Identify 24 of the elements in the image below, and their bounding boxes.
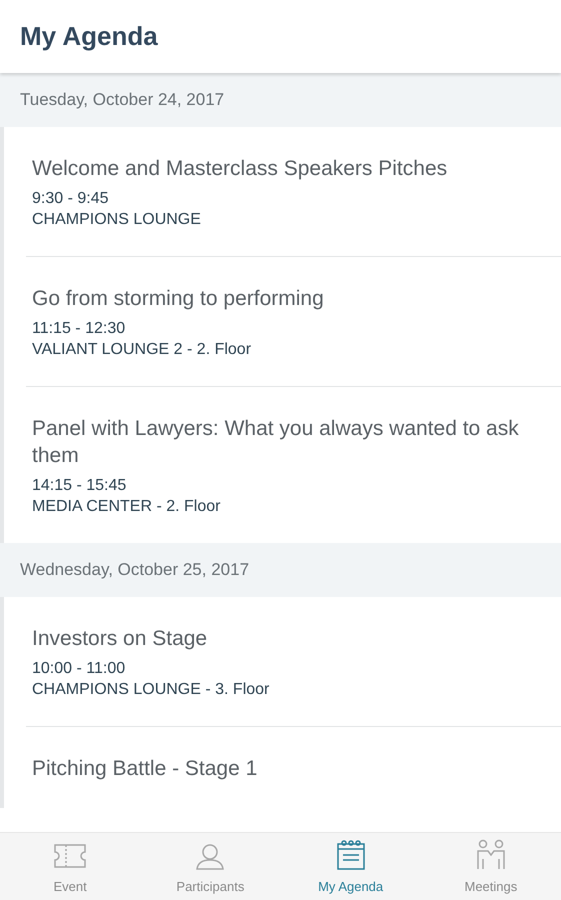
session-item[interactable]: Welcome and Masterclass Speakers Pitches 9:30 - 9:45 CHAMPIONS LOUNGE xyxy=(0,127,561,257)
nav-tab[interactable]: Event xyxy=(0,833,140,900)
nav-tab[interactable]: Participants xyxy=(140,833,280,900)
session-item[interactable]: Investors on Stage 10:00 - 11:00 CHAMPIONS LOUNGE - 3. Floor xyxy=(0,597,561,727)
session-item[interactable]: Go from storming to performing 11:15 - 12:30 VALIANT LOUNGE 2 - 2. Floor xyxy=(0,257,561,387)
session-location: VALIANT LOUNGE 2 - 2. Floor xyxy=(32,340,252,360)
session-location: MEDIA CENTER - 2. Floor xyxy=(32,497,222,517)
date-header: Tuesday, October 24, 2017 xyxy=(0,73,561,127)
session-time: 9:30 - 9:45 xyxy=(32,189,110,209)
session-title: Go from storming to performing xyxy=(32,286,325,312)
session-time: 10:00 - 11:00 xyxy=(32,659,126,679)
session-title: Welcome and Masterclass Speakers Pitches xyxy=(32,156,448,182)
page-title: My Agenda xyxy=(20,20,158,53)
nav-tab[interactable]: Meetings xyxy=(420,833,561,900)
nav-tab[interactable]: My Agenda xyxy=(280,833,421,900)
session-location: CHAMPIONS LOUNGE - 3. Floor xyxy=(32,680,270,700)
session-time: 11:15 - 12:30 xyxy=(32,319,126,339)
session-title: Pitching Battle - Stage 1 xyxy=(32,756,258,782)
calendar-icon xyxy=(334,838,367,870)
session-title: Panel with Lawyers: What you always wanted to ask them xyxy=(32,416,520,469)
session-time: 14:15 - 15:45 xyxy=(32,476,128,496)
date-header: Wednesday, October 25, 2017 xyxy=(0,543,561,597)
session-location: CHAMPIONS LOUNGE xyxy=(32,210,202,230)
session-title: Investors on Stage xyxy=(32,626,208,652)
